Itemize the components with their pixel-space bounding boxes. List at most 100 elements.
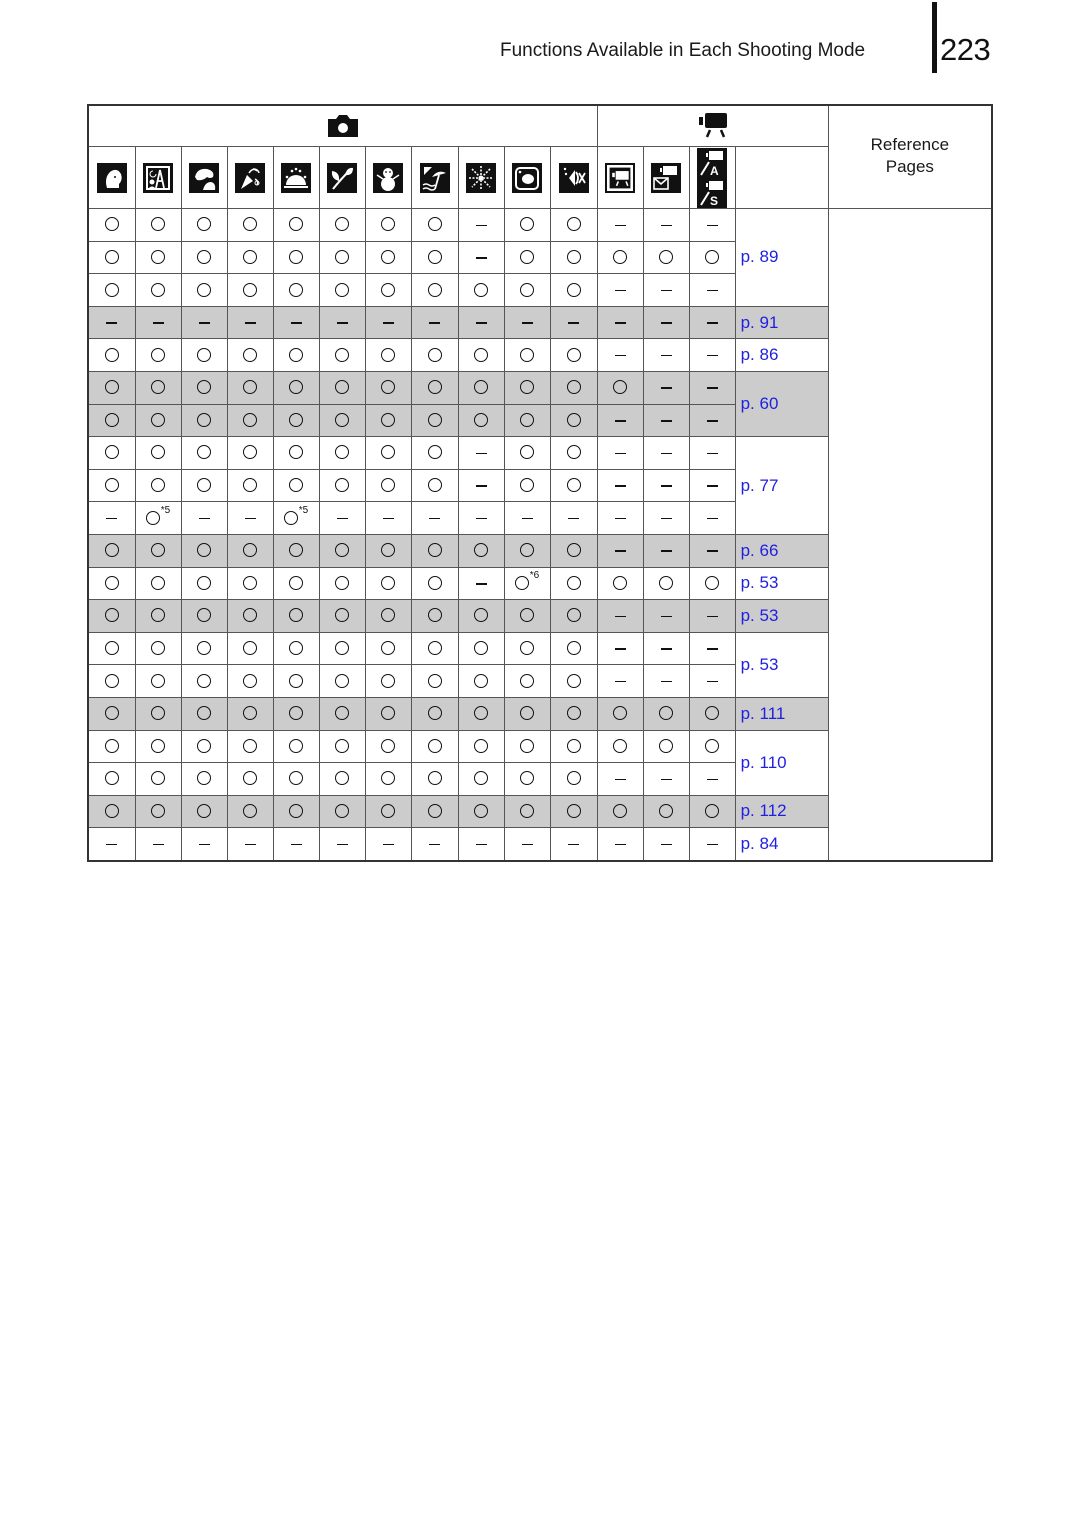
unavailable-mark [475,257,487,259]
unavailable-mark [244,843,256,846]
cell [87,338,136,372]
cell [226,370,274,405]
unavailable-mark [706,843,718,846]
available-mark [104,380,119,395]
unavailable-mark [614,648,626,650]
cell [503,762,551,796]
snow-icon [373,162,403,193]
cell [596,338,644,372]
available-mark [474,771,488,786]
cell [87,273,136,307]
available-mark [243,412,257,427]
cell [226,664,274,698]
available-mark [289,608,303,623]
cell [688,762,736,796]
available-mark [335,347,349,362]
movie-color-swap-icon: S [697,177,728,208]
unavailable-mark [706,354,718,357]
unavailable-mark [660,420,672,422]
cell [549,762,598,796]
available-mark [197,543,211,558]
reference-page-link[interactable]: p. 53 [734,599,829,633]
unavailable-mark [429,843,440,846]
available-mark [243,347,257,362]
available-mark [197,641,211,656]
available-mark [381,282,395,297]
table-row [87,664,992,698]
unavailable-mark [475,452,487,455]
cell [87,436,136,470]
reference-page-link[interactable]: p. 86 [734,338,829,372]
reference-page-link[interactable]: p. 110 [734,729,829,796]
available-mark [705,804,720,818]
reference-page-link[interactable]: p. 77 [734,436,829,535]
cell [87,762,136,796]
available-mark [197,380,211,395]
cell [180,566,228,601]
unavailable-mark [614,322,626,324]
unavailable-mark [521,517,533,520]
available-mark [197,575,211,590]
cell [180,273,228,307]
available-mark [659,804,674,818]
unavailable-mark [521,322,533,324]
cell [134,566,182,601]
available-mark [381,445,395,460]
available-mark [659,738,674,753]
available-mark [381,608,395,623]
cell [596,762,644,796]
reference-header-line1: Reference [870,135,950,154]
cell [688,208,736,242]
reference-page-link[interactable]: p. 53 [734,566,829,601]
available-mark [659,706,674,721]
available-mark [427,478,442,493]
reference-page-link[interactable]: p. 91 [734,305,829,340]
cell [410,696,459,731]
cell [364,566,412,601]
available-mark [243,673,257,688]
reference-page-link[interactable]: p. 112 [734,794,829,829]
reference-page-link[interactable]: p. 66 [734,533,829,568]
available-mark [381,771,395,786]
available-mark [289,706,303,721]
table-row: p. 53 [87,599,992,633]
cell [134,729,182,764]
available-mark [474,347,488,362]
cell [457,403,505,438]
mode-header-foliage [318,146,366,209]
available-mark [520,641,534,656]
reference-page-link[interactable]: p. 60 [734,370,829,438]
cell [549,273,598,307]
indoor-party-icon [235,162,265,193]
cell [318,664,366,698]
cell [549,794,598,829]
available-mark [427,575,442,590]
reference-page-link[interactable]: p. 111 [734,696,829,731]
cell [457,468,505,503]
cell [226,631,274,666]
available-mark [151,445,165,460]
cell [457,338,505,372]
available-mark [243,706,257,721]
cell [688,696,736,731]
cell [688,599,736,633]
fireworks-icon [466,162,496,193]
reference-page-link[interactable]: p. 84 [734,827,829,862]
available-mark [243,738,257,753]
cell [642,403,690,438]
cell [549,631,598,666]
available-mark [520,738,534,753]
available-mark [520,673,534,688]
available-mark [151,347,165,362]
cell [549,533,598,568]
available-mark [197,445,211,460]
available-mark [613,804,628,818]
cell [457,208,505,242]
reference-page-link[interactable]: p. 53 [734,631,829,698]
available-mark [243,804,257,818]
cell [457,696,505,731]
reference-page-link[interactable]: p. 89 [734,208,829,307]
cell [596,827,644,862]
available-mark [566,380,581,395]
cell [688,436,736,470]
